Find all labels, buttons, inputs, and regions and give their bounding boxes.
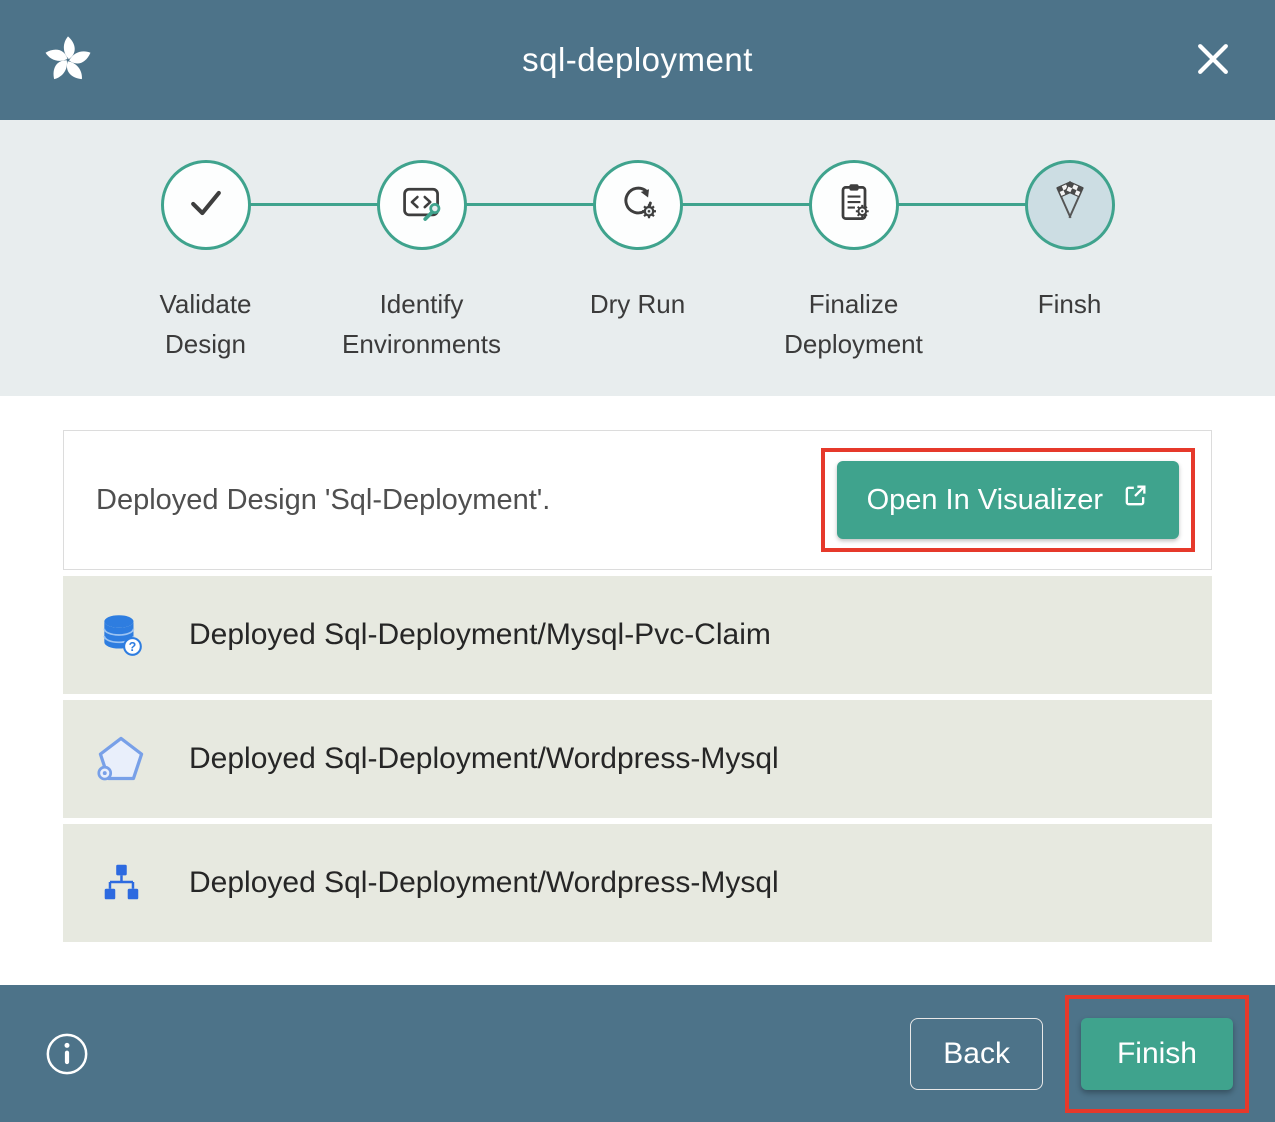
modal-title: sql-deployment: [0, 41, 1275, 79]
meshery-logo-icon: [40, 32, 96, 88]
deployed-resource-row: Deployed Sql-Deployment/Wordpress-Mysql: [63, 700, 1212, 818]
step-circle-finish[interactable]: [1025, 160, 1115, 250]
pentagon-icon: [95, 733, 147, 785]
deployed-design-row: Deployed Design 'Sql-Deployment'. Open I…: [63, 430, 1212, 570]
clipboard-gear-icon: [832, 181, 876, 230]
modal-header: sql-deployment: [0, 0, 1275, 120]
back-button[interactable]: Back: [910, 1018, 1043, 1090]
step-label: Identify Environments: [333, 284, 511, 365]
step-dry-run: Dry Run: [530, 160, 746, 365]
deployed-resource-text: Deployed Sql-Deployment/Mysql-Pvc-Claim: [189, 618, 771, 652]
external-link-icon: [1121, 482, 1149, 518]
close-icon[interactable]: [1191, 38, 1235, 82]
step-finalize-deployment: Finalize Deployment: [746, 160, 962, 365]
check-icon: [184, 181, 228, 230]
deployed-resource-text: Deployed Sql-Deployment/Wordpress-Mysql: [189, 742, 779, 776]
sync-gear-icon: [616, 181, 660, 230]
database-icon: ?: [95, 609, 147, 661]
deployed-resource-row: ? Deployed Sql-Deployment/Mysql-Pvc-Clai…: [63, 576, 1212, 694]
step-label: Dry Run: [590, 284, 685, 324]
step-label: Validate Design: [117, 284, 295, 365]
hierarchy-icon: [95, 857, 147, 909]
step-circle-dry-run[interactable]: [593, 160, 683, 250]
step-finish: Finsh: [962, 160, 1178, 365]
deployed-design-text: Deployed Design 'Sql-Deployment'.: [96, 484, 550, 517]
code-wrench-icon: [400, 181, 444, 230]
step-label: Finalize Deployment: [765, 284, 943, 365]
visualizer-highlight: Open In Visualizer: [821, 448, 1195, 552]
modal-footer: Back Finish: [0, 985, 1275, 1122]
deployed-resource-row: Deployed Sql-Deployment/Wordpress-Mysql: [63, 824, 1212, 942]
open-in-visualizer-button[interactable]: Open In Visualizer: [837, 461, 1179, 539]
finish-button[interactable]: Finish: [1081, 1018, 1233, 1090]
step-circle-identify-environments[interactable]: [377, 160, 467, 250]
step-label: Finsh: [1038, 284, 1102, 324]
svg-text:?: ?: [129, 640, 137, 654]
deployment-results: Deployed Design 'Sql-Deployment'. Open I…: [0, 396, 1275, 985]
checkered-flags-icon: [1046, 179, 1094, 232]
step-circle-finalize-deployment[interactable]: [809, 160, 899, 250]
step-identify-environments: Identify Environments: [314, 160, 530, 365]
deployed-resource-text: Deployed Sql-Deployment/Wordpress-Mysql: [189, 866, 779, 900]
step-circle-validate-design[interactable]: [161, 160, 251, 250]
open-in-visualizer-label: Open In Visualizer: [867, 484, 1103, 517]
step-validate-design: Validate Design: [98, 160, 314, 365]
info-icon[interactable]: [44, 1031, 90, 1077]
deployment-modal: sql-deployment Validate: [0, 0, 1275, 1122]
finish-highlight: Finish: [1065, 995, 1249, 1113]
wizard-stepper: Validate Design: [0, 120, 1275, 396]
